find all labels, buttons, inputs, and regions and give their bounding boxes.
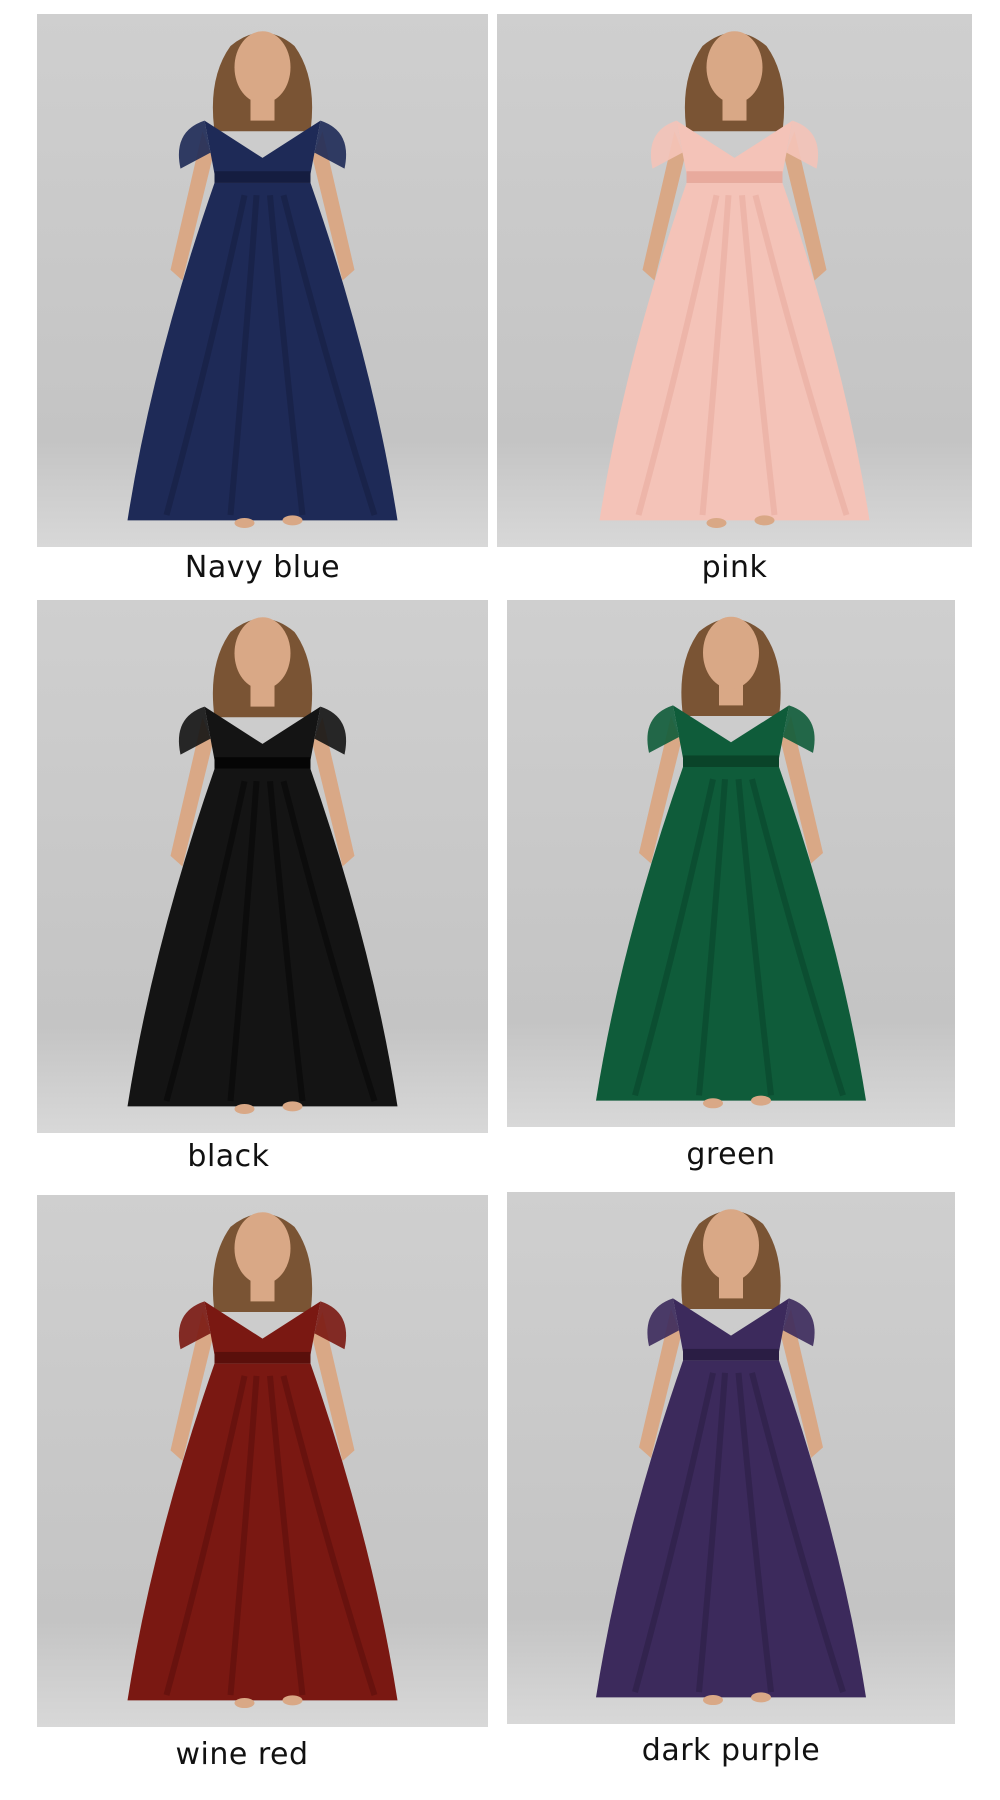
right-foot — [282, 515, 303, 526]
head — [703, 616, 759, 689]
head — [703, 1209, 759, 1282]
waist-sash — [683, 1348, 779, 1361]
dress-illustration — [497, 14, 972, 547]
right-foot — [754, 515, 775, 526]
dress-illustration — [507, 1192, 955, 1724]
right-foot — [751, 1095, 771, 1106]
left-foot — [234, 1104, 255, 1115]
left-foot — [706, 518, 727, 529]
variant-label-3: black — [187, 1139, 270, 1174]
dress-illustration — [37, 600, 488, 1133]
dress-illustration — [37, 1195, 488, 1727]
head — [706, 31, 763, 104]
variant-label-2: pink — [701, 550, 768, 585]
variant-label-6: dark purple — [641, 1733, 821, 1768]
variant-photo-5 — [37, 1195, 488, 1727]
left-foot — [234, 1698, 255, 1709]
right-foot — [751, 1692, 771, 1703]
variant-photo-4 — [507, 600, 955, 1127]
left-foot — [703, 1695, 723, 1706]
waist-sash — [214, 757, 311, 769]
waist-sash — [686, 171, 783, 183]
variant-photo-3 — [37, 600, 488, 1133]
variant-photo-2 — [497, 14, 972, 547]
variant-label-5: wine red — [175, 1737, 309, 1772]
waist-sash — [214, 171, 311, 183]
waist-sash — [683, 755, 779, 768]
variant-label-4: green — [686, 1137, 776, 1172]
head — [234, 617, 291, 690]
variant-photo-6 — [507, 1192, 955, 1724]
variant-label-1: Navy blue — [184, 550, 341, 585]
right-foot — [282, 1101, 303, 1112]
left-foot — [234, 518, 255, 529]
head — [234, 1212, 291, 1285]
head — [234, 31, 291, 104]
variant-photo-1 — [37, 14, 488, 547]
left-foot — [703, 1098, 723, 1109]
right-foot — [282, 1695, 303, 1706]
dress-illustration — [507, 600, 955, 1127]
waist-sash — [214, 1351, 311, 1364]
dress-illustration — [37, 14, 488, 547]
